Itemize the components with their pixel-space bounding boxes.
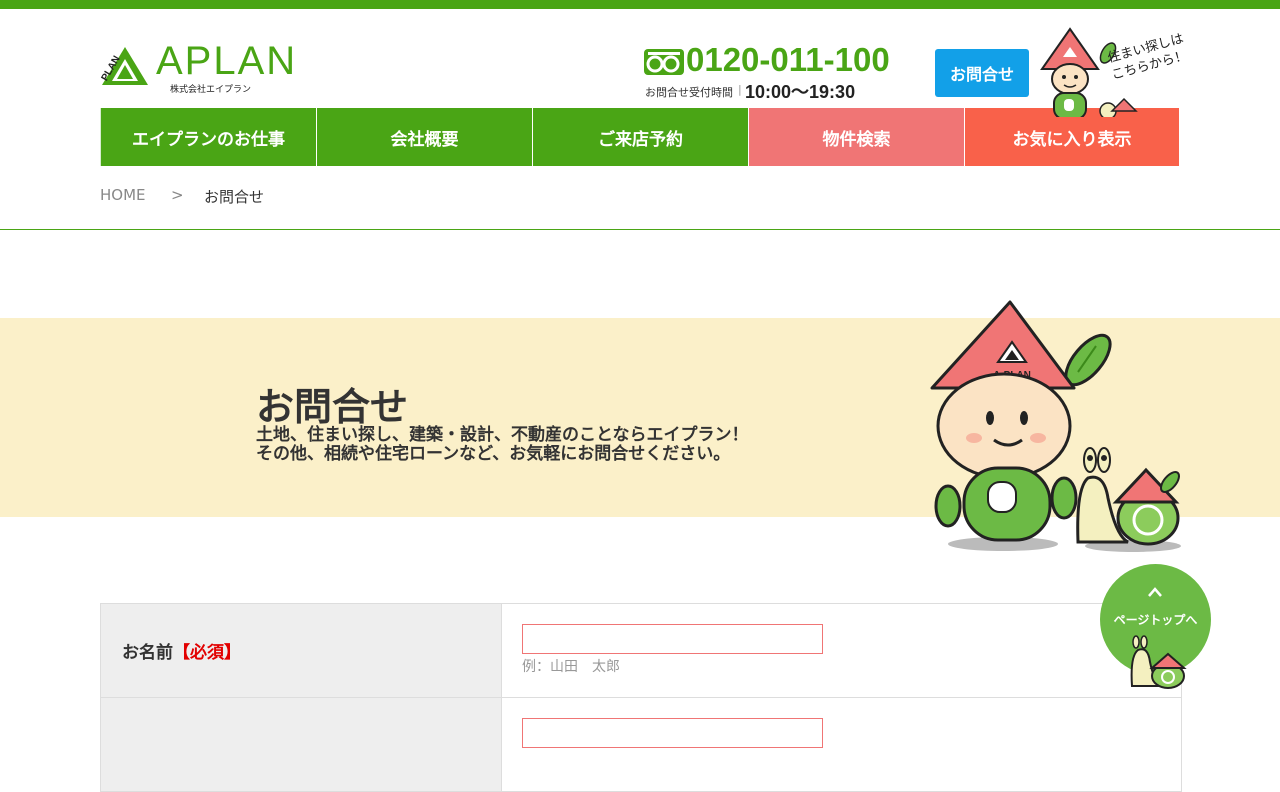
hero-description: 土地、住まい探し、建築・設計、不動産のことならエイプラン！ その他、相続や住宅ロ… (256, 426, 749, 464)
mascot-header-icon: 住まい探しは こちらから！ (1040, 27, 1186, 117)
nav-item-reservation[interactable]: ご来店予約 (532, 108, 748, 166)
required-badge: 【必須】 (173, 643, 241, 663)
phone-number[interactable]: 0120-011-100 (686, 41, 890, 79)
business-hours: 10:00〜19:30 (745, 82, 856, 102)
page-top-label: ページトップへ (1113, 613, 1198, 627)
site-logo[interactable]: PLAN APLAN 株式会社エイプラン (100, 39, 295, 99)
freedial-icon (644, 49, 684, 75)
next-input[interactable] (522, 718, 823, 748)
page-title: お問合せ (256, 385, 409, 429)
name-field-cell: 例：山田 太郎 (502, 604, 1181, 697)
logo-subtext: 株式会社エイプラン (170, 85, 252, 95)
top-accent-bar (0, 0, 1280, 9)
form-row-name: お名前 【必須】 例：山田 太郎 (101, 604, 1181, 698)
hero-line-1: 土地、住まい探し、建築・設計、不動産のことならエイプラン！ (256, 425, 749, 445)
nav-item-company[interactable]: 会社概要 (316, 108, 532, 166)
logo-text: APLAN (156, 39, 298, 83)
contact-button[interactable]: お問合せ (935, 49, 1029, 97)
nav-item-works[interactable]: エイプランのお仕事 (100, 108, 316, 166)
chevron-up-icon (1148, 587, 1162, 597)
next-field-cell (502, 698, 1181, 791)
breadcrumb-home-link[interactable]: HOME (100, 186, 146, 204)
breadcrumb-separator: > (171, 186, 184, 204)
name-label: お名前 【必須】 (101, 604, 502, 697)
contact-form: お名前 【必須】 例：山田 太郎 (100, 603, 1182, 792)
logo-mark-icon: PLAN (100, 47, 148, 85)
snail-icon (1130, 635, 1187, 689)
breadcrumb: HOME > お問合せ (0, 166, 1280, 230)
main-nav: エイプランのお仕事 会社概要 ご来店予約 物件検索 お気に入り表示 (100, 108, 1180, 166)
mascot-hero-icon: A-PLAN (930, 300, 1181, 552)
hours-label: お問合せ受付時間 (645, 86, 733, 99)
form-row-next (101, 698, 1181, 792)
next-label (101, 698, 502, 791)
site-header: PLAN APLAN 株式会社エイプラン 0120-011-100 お問合せ受付… (0, 9, 1280, 117)
page-top-button[interactable]: ページトップへ (1100, 564, 1211, 689)
name-label-text: お名前 (122, 643, 173, 663)
nav-item-property-search[interactable]: 物件検索 (748, 108, 964, 166)
name-example: 例：山田 太郎 (522, 659, 620, 675)
name-input[interactable] (522, 624, 823, 654)
hours-separator: | (738, 83, 742, 96)
breadcrumb-current: お問合せ (204, 188, 265, 206)
hero-line-2: その他、相続や住宅ローンなど、お気軽にお問合せください。 (256, 444, 731, 464)
phone-info: 0120-011-100 お問合せ受付時間 | 10:00〜19:30 (644, 41, 934, 103)
